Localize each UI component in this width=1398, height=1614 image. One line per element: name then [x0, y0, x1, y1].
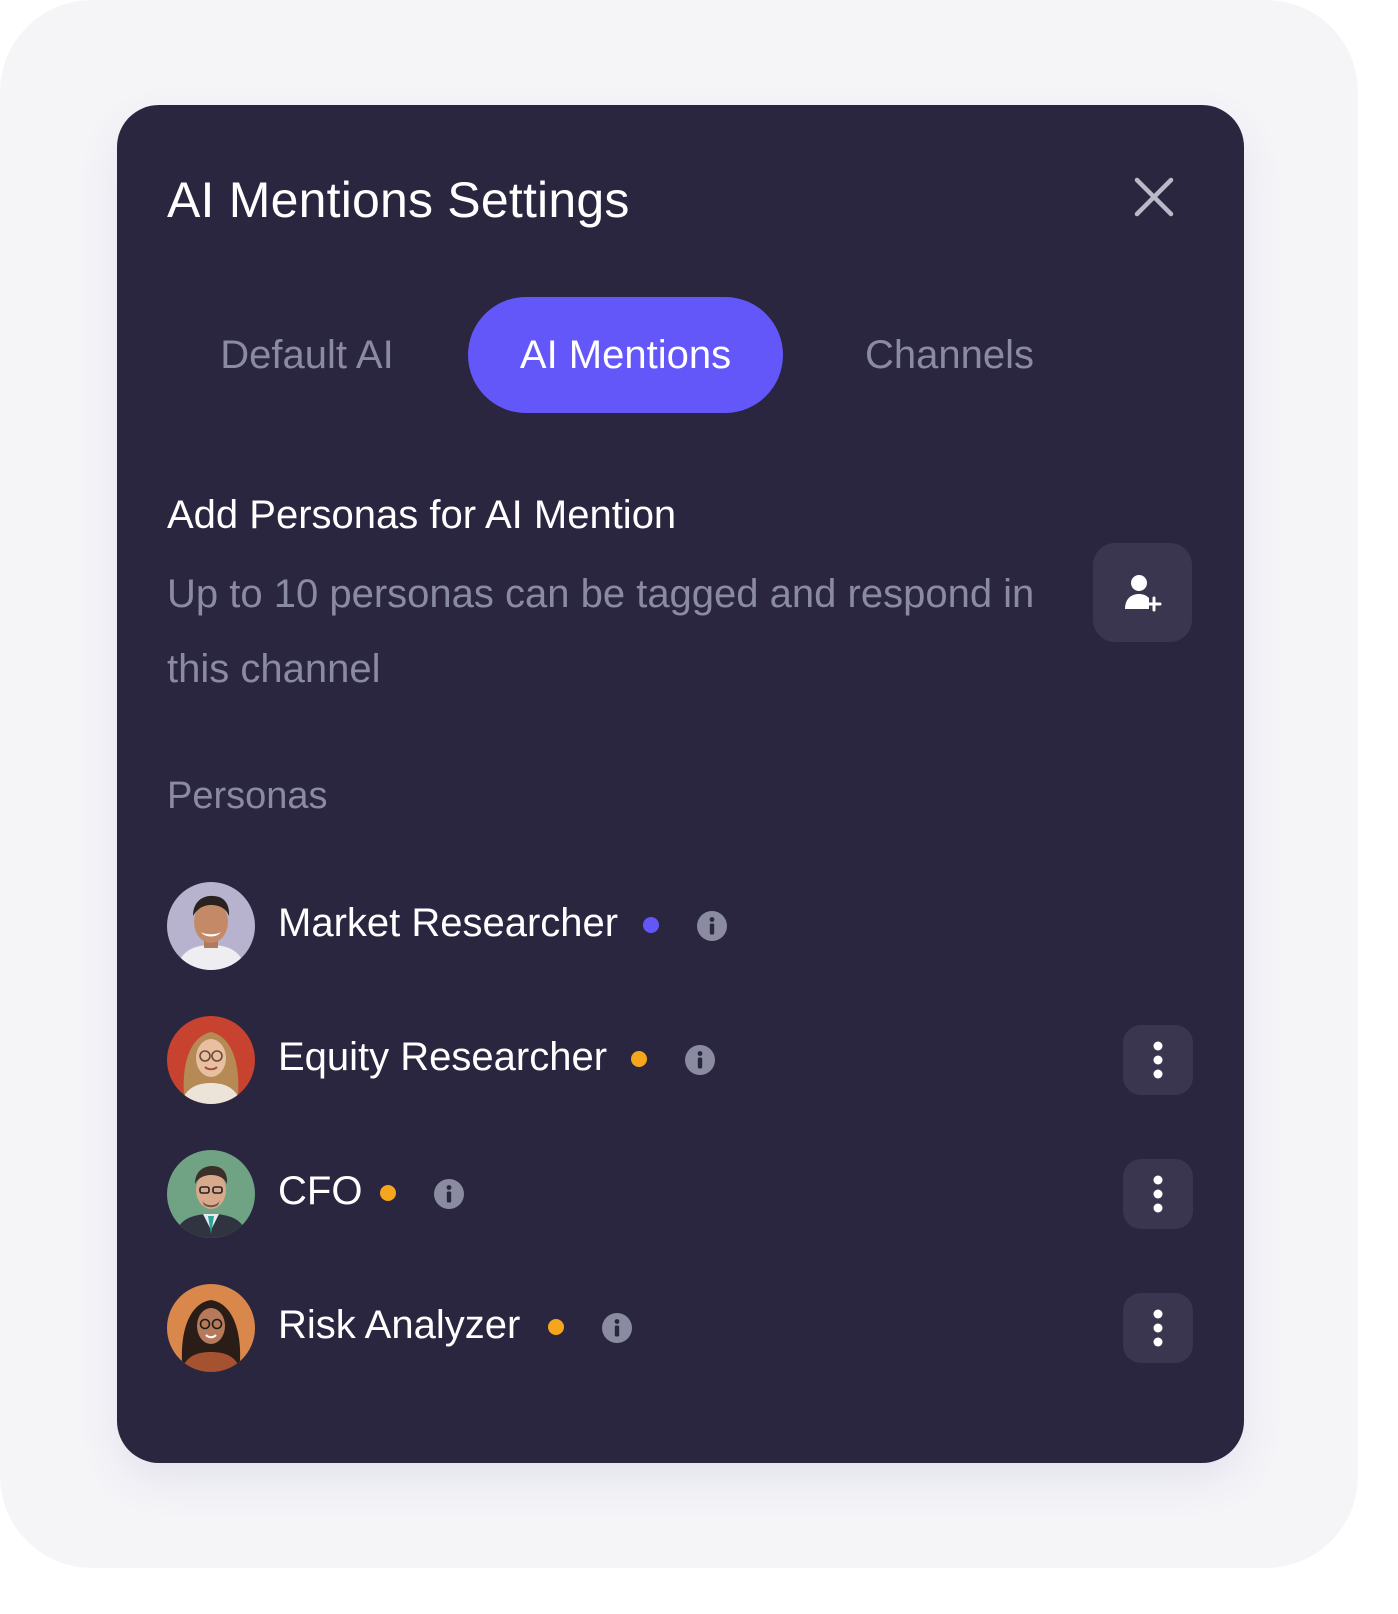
more-vertical-icon	[1153, 1041, 1163, 1079]
more-vertical-icon	[1153, 1175, 1163, 1213]
close-icon	[1134, 177, 1174, 217]
persona-row-equity-researcher: Equity Researcher	[167, 1015, 1193, 1105]
add-personas-description: Up to 10 personas can be tagged and resp…	[167, 572, 1035, 691]
more-options-button[interactable]	[1123, 1293, 1193, 1363]
persona-row-risk-analyzer: Risk Analyzer	[167, 1283, 1193, 1373]
persona-name: CFO	[278, 1169, 363, 1213]
status-dot	[548, 1319, 564, 1335]
more-options-button[interactable]	[1123, 1159, 1193, 1229]
add-personas-heading: Add Personas for AI Mention	[167, 493, 677, 537]
persona-name: Risk Analyzer	[278, 1303, 521, 1347]
avatar	[167, 882, 255, 970]
add-user-icon	[1124, 574, 1161, 611]
persona-row-cfo: CFO	[167, 1149, 1193, 1239]
tab-default-ai[interactable]: Default AI	[207, 297, 407, 413]
add-persona-button[interactable]	[1093, 543, 1192, 642]
info-icon[interactable]	[602, 1313, 632, 1343]
status-dot	[380, 1185, 396, 1201]
more-vertical-icon	[1153, 1309, 1163, 1347]
close-button[interactable]	[1122, 165, 1186, 229]
persona-name: Equity Researcher	[278, 1035, 608, 1079]
avatar	[167, 1284, 255, 1372]
info-icon[interactable]	[434, 1179, 464, 1209]
more-options-button[interactable]	[1123, 1025, 1193, 1095]
status-dot	[631, 1051, 647, 1067]
tab-ai-mentions[interactable]: AI Mentions	[468, 297, 783, 413]
avatar	[167, 1150, 255, 1238]
settings-tabs: Default AI AI Mentions Channels	[167, 297, 1157, 413]
persona-row-market-researcher: Market Researcher	[167, 881, 1193, 971]
ai-mentions-settings-dialog: AI Mentions Settings Default AI AI Menti…	[117, 105, 1244, 1463]
avatar	[167, 1016, 255, 1104]
info-icon[interactable]	[685, 1045, 715, 1075]
personas-label: Personas	[167, 775, 328, 817]
persona-name: Market Researcher	[278, 901, 619, 945]
tab-channels[interactable]: Channels	[847, 297, 1052, 413]
dialog-title: AI Mentions Settings	[167, 172, 630, 228]
info-icon[interactable]	[697, 911, 727, 941]
status-dot	[643, 917, 659, 933]
